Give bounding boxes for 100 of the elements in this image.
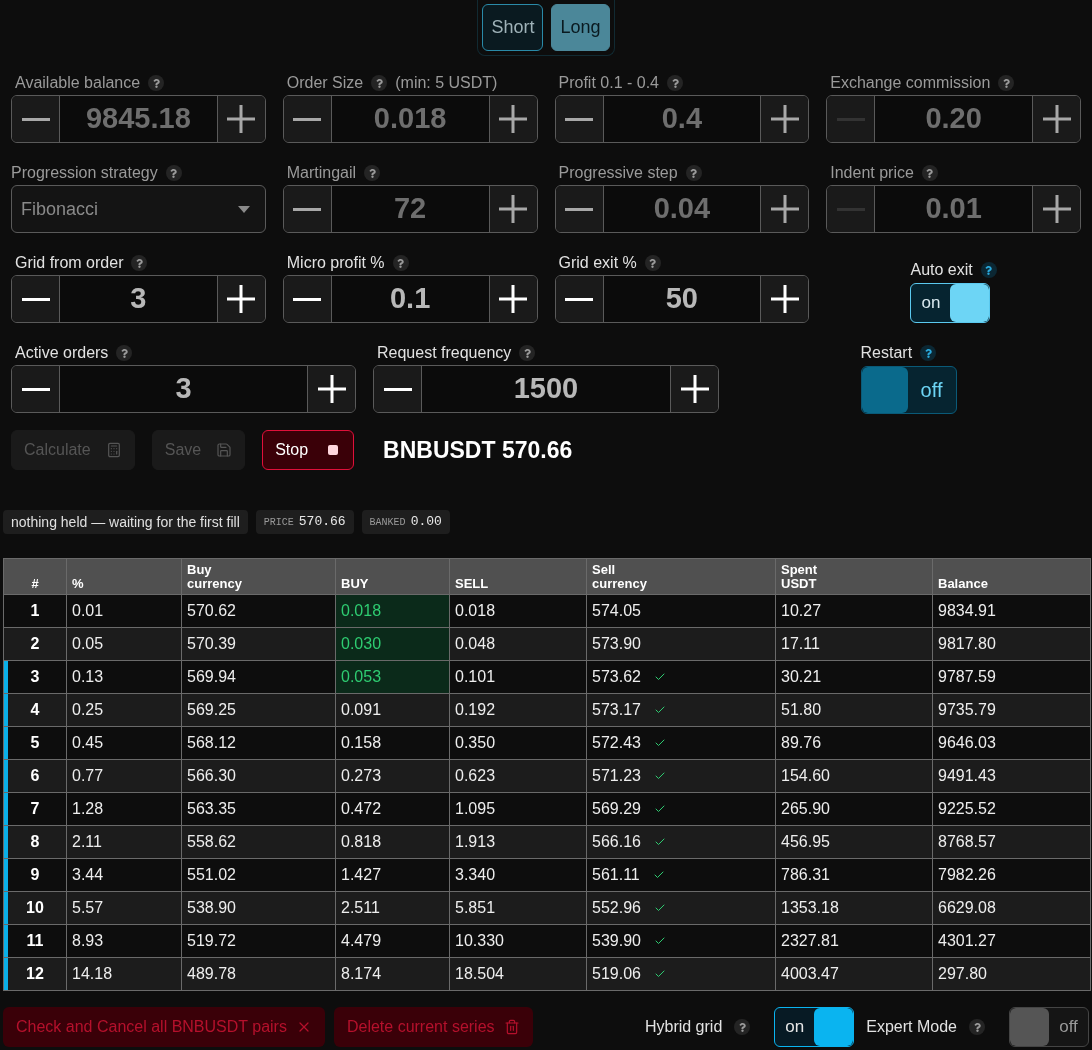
row-number: 12 (3, 957, 67, 991)
check-icon (653, 836, 666, 848)
table-cell: 1.28 (66, 792, 182, 826)
help-icon[interactable] (519, 345, 536, 361)
help-icon[interactable] (165, 165, 182, 181)
help-icon[interactable] (364, 165, 381, 181)
column-header: BUY (335, 558, 450, 595)
toggle-switch[interactable]: off (1009, 1007, 1089, 1047)
table-cell: 569.94 (181, 660, 336, 694)
table-cell: 0.048 (449, 627, 587, 661)
table-cell: 51.80 (775, 693, 933, 727)
help-icon[interactable] (371, 75, 388, 91)
switch-knob (861, 367, 908, 413)
check-icon (653, 671, 666, 683)
table-cell-text: 539.90 (592, 931, 641, 951)
row-number: 10 (3, 891, 67, 925)
table-cell: 4003.47 (775, 957, 933, 991)
field-label: Grid exit % (558, 253, 637, 273)
table-cell: 1.095 (449, 792, 587, 826)
table-cell-text: 552.96 (592, 898, 641, 918)
direction-tab[interactable]: Short (482, 4, 544, 51)
table-cell: 17.11 (775, 627, 933, 661)
table-cell: 297.80 (932, 957, 1091, 991)
table-cell: 0.091 (335, 693, 450, 727)
column-header: % (66, 558, 182, 595)
help-icon[interactable] (969, 1019, 985, 1035)
table-cell: 0.350 (449, 726, 587, 760)
field-label: Micro profit % (286, 253, 385, 273)
table-cell: 9735.79 (932, 693, 1091, 727)
check-icon (653, 935, 666, 947)
table-cell: 30.21 (775, 660, 933, 694)
toggle-label: Expert Mode (866, 1017, 957, 1037)
check-icon (653, 770, 666, 782)
help-icon[interactable] (644, 255, 661, 271)
table-cell: 566.30 (181, 759, 336, 793)
field-note: (min: 5 USDT) (395, 73, 498, 93)
table-cell: 786.31 (775, 858, 933, 892)
table-cell-text: 573.17 (592, 700, 641, 720)
caret-icon (237, 205, 250, 213)
table-cell-text: 519.06 (592, 964, 641, 984)
toggle-switch[interactable]: on (910, 283, 991, 323)
toggle-switch[interactable]: off (860, 366, 957, 414)
stop-button[interactable]: Stop (262, 430, 355, 470)
status-chip: nothing held — waiting for the first fill (3, 510, 248, 534)
switch-knob (950, 284, 990, 322)
row-number: 11 (3, 924, 67, 958)
table-cell: 558.62 (181, 825, 336, 859)
table-cell: 0.030 (335, 627, 450, 661)
table-cell: 2.11 (66, 825, 182, 859)
field-label: Martingail (286, 163, 357, 183)
table-cell: 0.818 (335, 825, 450, 859)
table-cell: 551.02 (181, 858, 336, 892)
table-cell-text: 573.90 (592, 634, 641, 654)
table-cell: 2.511 (335, 891, 450, 925)
table-cell: 9225.52 (932, 792, 1091, 826)
trash-icon (503, 1019, 520, 1035)
table-cell: 568.12 (181, 726, 336, 760)
help-icon[interactable] (685, 165, 702, 181)
table-cell: 10.330 (449, 924, 587, 958)
table-cell: 7982.26 (932, 858, 1091, 892)
table-cell: 89.76 (775, 726, 933, 760)
field-label: Request frequency (377, 343, 512, 363)
help-icon[interactable] (734, 1019, 751, 1035)
help-icon[interactable] (980, 262, 997, 278)
row-number: 5 (3, 726, 67, 760)
direction-tab[interactable]: Long (551, 4, 610, 51)
row-number: 1 (3, 594, 67, 628)
table-cell: 0.623 (449, 759, 587, 793)
help-icon[interactable] (148, 75, 165, 91)
column-header: Sell currency (586, 558, 776, 595)
table-cell: 0.13 (66, 660, 182, 694)
stat-value: 570.66 (298, 513, 346, 532)
stat-label: PRICE (263, 515, 294, 530)
help-icon[interactable] (921, 165, 938, 181)
table-cell: 8.174 (335, 957, 450, 991)
toggle-switch[interactable]: on (774, 1007, 855, 1047)
help-icon[interactable] (131, 255, 148, 271)
table-cell: 18.504 (449, 957, 587, 991)
table-cell: 9491.43 (932, 759, 1091, 793)
field-label: Grid from order (15, 253, 124, 273)
row-number: 4 (3, 693, 67, 727)
help-icon[interactable] (920, 345, 937, 361)
table-cell: 5.851 (449, 891, 587, 925)
table-cell: 3.44 (66, 858, 182, 892)
help-icon[interactable] (392, 255, 409, 271)
table-cell: 456.95 (775, 825, 933, 859)
help-icon[interactable] (667, 75, 683, 91)
help-icon[interactable] (998, 75, 1015, 91)
table-cell: 10.27 (775, 594, 933, 628)
table-cell-text: 571.23 (592, 766, 641, 786)
table-cell-text: 569.29 (592, 799, 641, 819)
field-label: Exchange commission (830, 73, 991, 93)
table-cell: 1353.18 (775, 891, 933, 925)
field-label: Profit 0.1 - 0.4 (558, 73, 659, 93)
toggle-label: Hybrid grid (644, 1017, 723, 1037)
check-icon (653, 968, 666, 980)
help-icon[interactable] (116, 345, 133, 361)
table-cell: 4301.27 (932, 924, 1091, 958)
table-cell: 6629.08 (932, 891, 1091, 925)
stat-value: 0.00 (410, 513, 442, 532)
